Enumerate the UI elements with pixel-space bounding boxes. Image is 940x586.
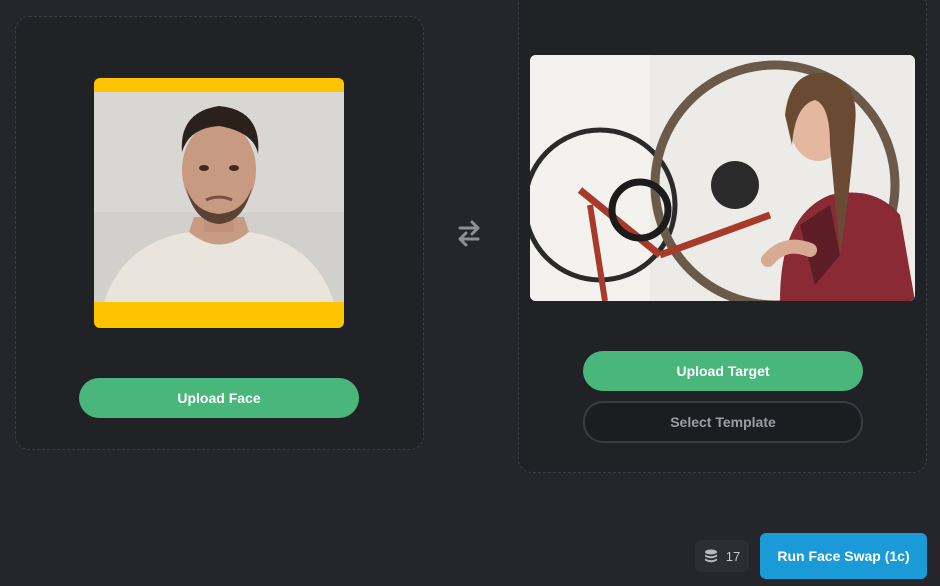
credits-badge: 17	[695, 540, 749, 572]
coins-stack-icon	[704, 549, 717, 563]
target-photo	[530, 55, 915, 301]
swap-arrows-icon[interactable]	[454, 218, 484, 248]
target-image-frame[interactable]	[530, 55, 915, 301]
target-panel: Upload Target Select Template	[518, 0, 927, 473]
credits-count: 17	[725, 548, 741, 564]
source-face-panel: Upload Face	[15, 16, 424, 450]
upload-face-button[interactable]: Upload Face	[79, 378, 359, 418]
source-face-photo	[94, 92, 344, 302]
select-template-button[interactable]: Select Template	[583, 401, 863, 443]
run-face-swap-button[interactable]: Run Face Swap (1c)	[760, 533, 927, 579]
source-face-frame[interactable]	[94, 78, 344, 328]
upload-target-button[interactable]: Upload Target	[583, 351, 863, 391]
